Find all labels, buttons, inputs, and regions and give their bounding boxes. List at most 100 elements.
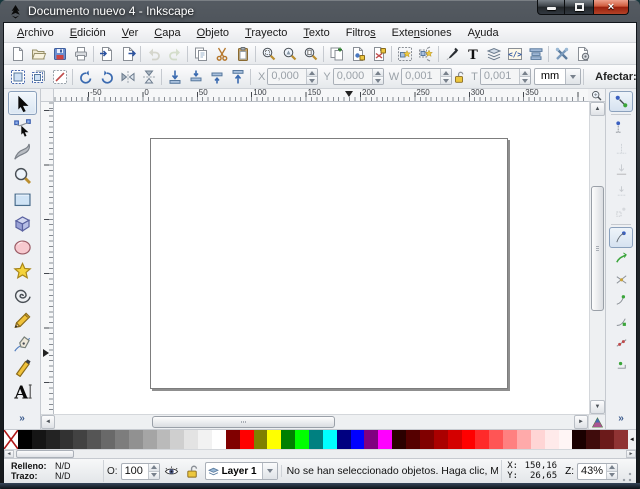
color-swatch[interactable] [406,430,420,449]
palette-scroll-left-icon[interactable]: ◄ [4,450,14,458]
menu-edicion[interactable]: Edición [62,24,114,42]
zoom-page-button[interactable] [300,44,321,64]
menu-ver[interactable]: Ver [114,24,147,42]
color-swatch[interactable] [337,430,351,449]
close-button[interactable]: × [593,0,629,15]
snap-bbox-centers-toggle[interactable] [609,201,633,222]
copy-button[interactable] [190,44,211,64]
deselect-button[interactable] [49,66,70,87]
snap-paths-toggle[interactable] [609,248,633,269]
export-button[interactable] [117,44,138,64]
inkscape-preferences-button[interactable] [551,44,572,64]
layer-selector[interactable]: Layer 1 [205,462,278,480]
fill-stroke-dialog-button[interactable] [441,44,462,64]
color-swatch[interactable] [364,430,378,449]
menu-capa[interactable]: Capa [146,24,188,42]
snap-object-centers-toggle[interactable] [609,353,633,374]
color-swatch[interactable] [87,430,101,449]
color-swatch[interactable] [462,430,476,449]
ellipse-tool[interactable] [8,235,37,259]
color-swatch[interactable] [18,430,32,449]
unlink-clone-button[interactable] [368,44,389,64]
layers-dialog-button[interactable] [483,44,504,64]
rectangle-tool[interactable] [8,187,37,211]
color-swatch[interactable] [184,430,198,449]
vertical-scroll-thumb[interactable] [591,186,604,311]
snap-bbox-corners-toggle[interactable] [609,159,633,180]
color-swatch[interactable] [60,430,74,449]
units-dropdown[interactable]: mm [534,68,581,85]
menu-texto[interactable]: Texto [295,24,337,42]
toolbox-overflow-button[interactable]: » [19,413,25,424]
resize-grip[interactable] [621,471,633,483]
redo-button[interactable] [164,44,185,64]
color-swatch[interactable] [586,430,600,449]
node-editor-tool[interactable] [8,115,37,139]
snapbar-overflow-button[interactable]: » [618,413,624,424]
color-swatch[interactable] [323,430,337,449]
color-swatch[interactable] [309,430,323,449]
height-field[interactable]: 0,001 [480,68,531,85]
horizontal-scrollbar[interactable]: ◄ ► [41,415,588,429]
color-swatch[interactable] [503,430,517,449]
color-swatch[interactable] [448,430,462,449]
palette-end-arrow-icon[interactable]: ◄ [628,430,636,449]
open-document-button[interactable] [28,44,49,64]
color-swatch[interactable] [545,430,559,449]
lower-one-step-button[interactable] [185,66,206,87]
color-swatch[interactable] [420,430,434,449]
color-swatch[interactable] [254,430,268,449]
duplicate-button[interactable] [326,44,347,64]
menu-ayuda[interactable]: Ayuda [460,24,507,42]
color-swatch[interactable] [351,430,365,449]
print-button[interactable] [70,44,91,64]
minimize-button[interactable] [537,0,565,15]
paste-button[interactable] [232,44,253,64]
color-swatch[interactable] [240,430,254,449]
color-swatch[interactable] [46,430,60,449]
title-bar[interactable]: Documento nuevo 4 - Inkscape × [3,0,637,22]
color-swatch[interactable] [115,430,129,449]
color-swatch[interactable] [614,430,628,449]
tweak-tool[interactable] [8,139,37,163]
vertical-ruler[interactable] [41,102,54,414]
color-swatch[interactable] [226,430,240,449]
ungroup-button[interactable] [415,44,436,64]
document-properties-button[interactable] [572,44,593,64]
palette-scroll-right-icon[interactable]: ► [626,450,636,458]
snap-bounding-box-toggle[interactable] [609,117,633,138]
color-swatch[interactable] [434,430,448,449]
enable-snapping-toggle[interactable] [609,91,633,112]
align-dialog-button[interactable] [525,44,546,64]
color-swatch[interactable] [198,430,212,449]
color-swatch[interactable] [281,430,295,449]
color-managed-display-toggle[interactable] [588,415,605,429]
bezier-pen-tool[interactable] [8,331,37,355]
undo-button[interactable] [143,44,164,64]
layer-dropdown-arrow-icon[interactable] [262,463,277,479]
layer-lock-toggle[interactable] [184,462,202,480]
zoom-selection-button[interactable] [258,44,279,64]
text-dialog-button[interactable]: T [462,44,483,64]
sticky-zoom-toggle[interactable] [588,89,605,102]
zoom-tool[interactable] [8,163,37,187]
vertical-scroll-track[interactable] [590,116,605,400]
height-field-spin-buttons[interactable] [519,69,530,84]
calligraphy-tool[interactable] [8,355,37,379]
snap-path-intersections-toggle[interactable] [609,269,633,290]
flip-horizontal-button[interactable] [117,66,138,87]
color-swatch[interactable] [559,430,573,449]
color-swatch[interactable] [572,430,586,449]
color-swatch[interactable] [517,430,531,449]
snap-nodes-toggle[interactable] [609,227,633,248]
menu-objeto[interactable]: Objeto [189,24,237,42]
menu-filtros[interactable]: Filtros [338,24,384,42]
import-button[interactable] [96,44,117,64]
zoom-field[interactable]: 43% [577,463,618,480]
create-clone-button[interactable] [347,44,368,64]
rotate-cw-button[interactable] [96,66,117,87]
color-swatch[interactable] [101,430,115,449]
new-document-button[interactable] [7,44,28,64]
color-swatch[interactable] [489,430,503,449]
color-swatch[interactable] [32,430,46,449]
